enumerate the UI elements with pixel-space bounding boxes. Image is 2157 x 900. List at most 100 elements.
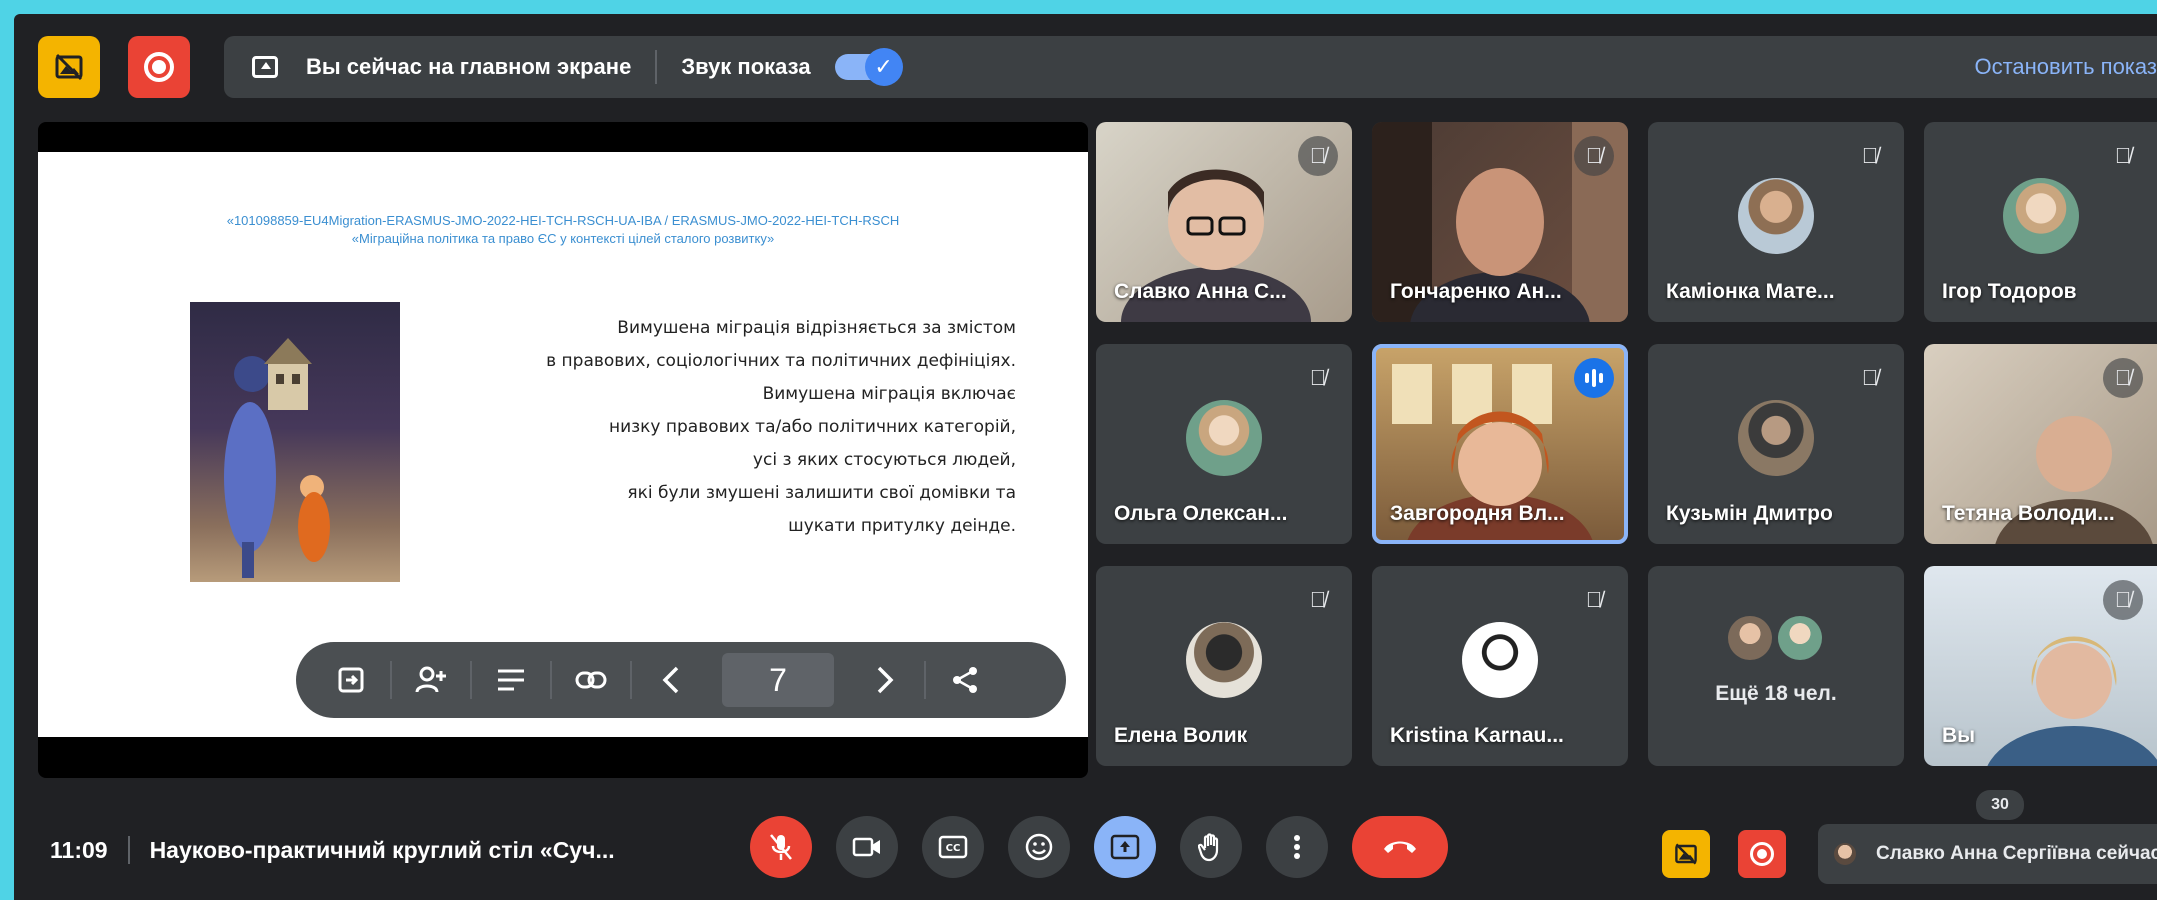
divider	[630, 661, 632, 699]
no-image-icon	[1675, 843, 1697, 865]
exit-presentation-button[interactable]	[316, 665, 386, 695]
meet-window: Вы сейчас на главном экране Звук показа …	[14, 14, 2157, 900]
mic-off-icon: 🎙̸	[2103, 580, 2143, 620]
participant-tile[interactable]: 🎙̸ Гончаренко Ан...	[1372, 122, 1628, 322]
meeting-title[interactable]: Науково-практичний круглий стіл «Суч...	[150, 837, 615, 864]
closed-captions-icon: CC	[938, 835, 968, 859]
recording-button[interactable]	[128, 36, 190, 98]
more-participants-tile[interactable]: Ещё 18 чел.	[1648, 566, 1904, 766]
present-screen-icon	[1110, 834, 1140, 860]
more-vertical-icon	[1294, 835, 1300, 859]
participant-tile[interactable]: 🎙̸ Кузьмін Дмитро	[1648, 344, 1904, 544]
slide-illustration	[190, 302, 400, 582]
slide-text-line: Вимушена міграція відрізняється за зміст…	[617, 318, 1016, 338]
notes-icon	[498, 669, 524, 691]
slide-text-line: в правових, соціологічних та політичних …	[546, 351, 1016, 371]
mic-off-icon: 🎙̸	[1309, 365, 1327, 390]
camera-toggle-button[interactable]	[836, 816, 898, 878]
hang-up-icon	[1384, 841, 1416, 853]
slide-text-line: Вимушена міграція включає	[762, 384, 1016, 404]
slide-text-line: низку правових та/або політичних категор…	[608, 417, 1016, 437]
presenter-indicator[interactable]: Славко Анна Сергіївна сейчас показывает	[1818, 824, 2157, 884]
speaking-indicator-icon	[1574, 358, 1614, 398]
raise-hand-button[interactable]	[1180, 816, 1242, 878]
check-icon: ✓	[864, 48, 903, 86]
participant-avatar	[1738, 400, 1814, 476]
slide-text-line: які були змушені залишити свої домівки т…	[627, 483, 1016, 503]
mic-off-icon	[770, 834, 792, 860]
present-screen-button[interactable]	[1094, 816, 1156, 878]
participant-name: Каміонка Мате...	[1666, 280, 1835, 303]
slide-text-line: усі з яких стосуються людей,	[752, 450, 1016, 470]
participant-name: Kristina Karnau...	[1390, 724, 1564, 747]
person-add-icon	[415, 666, 446, 693]
add-people-button[interactable]	[396, 665, 466, 695]
participant-avatar	[1186, 400, 1262, 476]
reactions-button[interactable]	[1008, 816, 1070, 878]
mic-off-icon: 🎙̸	[1309, 587, 1327, 612]
more-participants-avatars	[1728, 616, 1822, 660]
hide-self-view-button-small[interactable]	[1662, 830, 1710, 878]
share-audio-toggle[interactable]: ✓	[834, 48, 903, 86]
exit-icon	[338, 667, 364, 693]
top-bar: Вы сейчас на главном экране Звук показа …	[14, 14, 2157, 114]
meeting-info: 11:09 Науково-практичний круглий стіл «С…	[50, 836, 615, 864]
participant-tile[interactable]: 🎙̸ Тетяна Володи...	[1924, 344, 2157, 544]
participant-tile[interactable]: 🎙̸ Ольга Олексан...	[1096, 344, 1352, 544]
slide-text-line: шукати притулку деінде.	[788, 516, 1016, 536]
stop-sharing-button[interactable]: Остановить показ	[1974, 54, 2157, 80]
divider	[655, 50, 658, 84]
next-slide-button[interactable]	[850, 665, 920, 695]
participant-tile[interactable]: 🎙̸ Елена Волик	[1096, 566, 1352, 766]
presenter-avatar	[1834, 843, 1856, 865]
participant-tile[interactable]: 🎙̸ Kristina Karnau...	[1372, 566, 1628, 766]
participant-avatar	[1186, 622, 1262, 698]
presentation-stage: «101098859-EU4Migration-ERASMUS-JMO-2022…	[38, 122, 1088, 778]
recording-button-small[interactable]	[1738, 830, 1786, 878]
slide-header: «101098859-EU4Migration-ERASMUS-JMO-2022…	[38, 212, 1088, 248]
copy-link-button[interactable]	[556, 670, 626, 690]
slide-header-line: «101098859-EU4Migration-ERASMUS-JMO-2022…	[226, 213, 900, 228]
hide-self-view-button[interactable]	[38, 36, 100, 98]
self-name: Вы	[1942, 724, 1976, 747]
divider	[550, 661, 552, 699]
speaker-notes-button[interactable]	[476, 668, 546, 692]
sharing-banner: Вы сейчас на главном экране Звук показа …	[224, 36, 2157, 98]
present-screen-icon	[252, 56, 278, 78]
record-icon	[1750, 842, 1774, 866]
mic-off-icon: 🎙̸	[1298, 136, 1338, 176]
more-options-button[interactable]	[1266, 816, 1328, 878]
more-participants-label: Ещё 18 чел.	[1715, 682, 1837, 705]
share-audio-label: Звук показа	[681, 54, 811, 79]
share-slides-button[interactable]	[930, 665, 1000, 695]
slide-body: Вимушена міграція відрізняється за зміст…	[456, 312, 1016, 543]
participant-tile[interactable]: 🎙̸ Каміонка Мате...	[1648, 122, 1904, 322]
svg-text:CC: CC	[946, 843, 961, 854]
mic-off-icon: 🎙̸	[1861, 365, 1879, 390]
emoji-icon	[1025, 833, 1053, 861]
mic-off-icon: 🎙̸	[2103, 358, 2143, 398]
chevron-right-icon	[877, 666, 894, 694]
participant-tile[interactable]: 🎙̸ Ігор Тодоров	[1924, 122, 2157, 322]
captions-button[interactable]: CC	[922, 816, 984, 878]
mic-off-icon: 🎙̸	[1585, 587, 1603, 612]
presenter-label: Славко Анна Сергіївна сейчас показывает	[1876, 843, 2157, 864]
divider	[390, 661, 392, 699]
hand-icon	[1198, 833, 1219, 862]
leave-call-button[interactable]	[1352, 816, 1448, 878]
self-view-tile[interactable]: 🎙̸ Вы	[1924, 566, 2157, 766]
chevron-left-icon	[662, 666, 679, 694]
participant-name: Кузьмін Дмитро	[1666, 502, 1833, 525]
previous-slide-button[interactable]	[636, 665, 706, 695]
participant-tile[interactable]: 🎙̸ Славко Анна С...	[1096, 122, 1352, 322]
link-icon	[575, 671, 607, 689]
mic-toggle-button[interactable]	[750, 816, 812, 878]
video-camera-icon	[852, 837, 880, 857]
participant-name: Тетяна Володи...	[1942, 502, 2115, 525]
participant-tile-speaking[interactable]: Завгородня Вл...	[1372, 344, 1628, 544]
participant-name: Завгородня Вл...	[1390, 502, 1565, 525]
participant-name: Славко Анна С...	[1114, 280, 1287, 303]
slide-number[interactable]: 7	[722, 653, 834, 707]
participant-name: Елена Волик	[1114, 724, 1248, 747]
divider	[924, 661, 926, 699]
